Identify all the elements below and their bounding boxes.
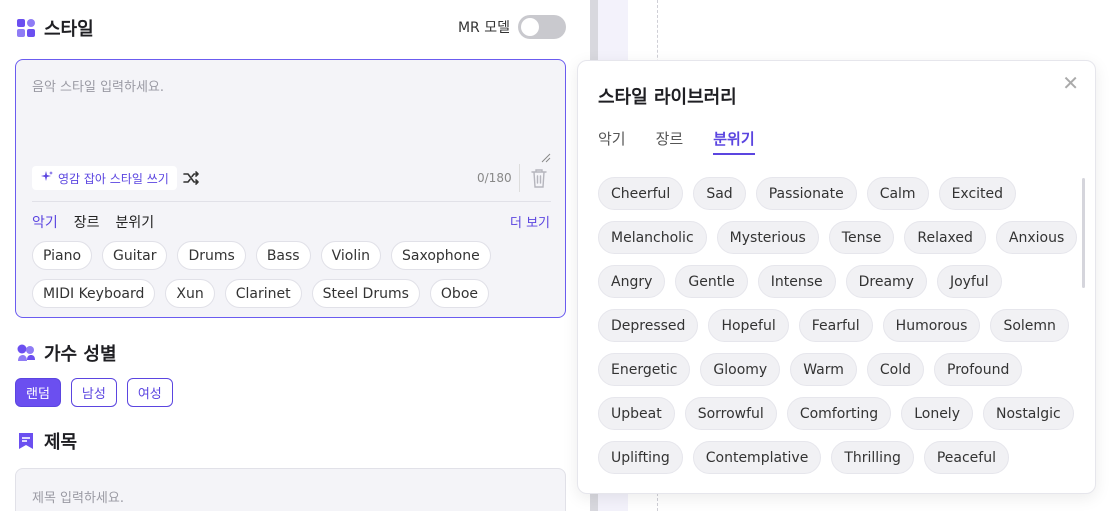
library-tab-genre[interactable]: 장르: [656, 128, 684, 155]
instrument-chip-row-1: Piano Guitar Drums Bass Violin Saxophone: [32, 241, 491, 270]
instrument-chip[interactable]: MIDI Keyboard: [32, 279, 156, 308]
title-input-box[interactable]: 제목 입력하세요.: [15, 468, 566, 511]
left-panel: 스타일 MR 모델 음악 스타일 입력하세요. 영감 잡아 스타일 쓰기 0/1…: [0, 0, 590, 511]
gender-random-button[interactable]: 랜덤: [15, 378, 61, 407]
sparkle-icon: [40, 170, 54, 187]
instrument-chip[interactable]: Piano: [32, 241, 93, 270]
mood-chip[interactable]: Lonely: [901, 397, 973, 430]
horizontal-divider: [32, 201, 551, 202]
tab-mood[interactable]: 분위기: [116, 212, 155, 232]
mood-chip[interactable]: Thrilling: [831, 441, 914, 474]
mood-chip[interactable]: Humorous: [882, 309, 981, 342]
vertical-divider: [519, 164, 520, 192]
close-icon[interactable]: ✕: [1062, 71, 1079, 95]
title-input-placeholder[interactable]: 제목 입력하세요.: [32, 487, 124, 506]
style-category-tabs: 악기 장르 분위기: [32, 212, 154, 232]
singer-icon: [16, 343, 36, 363]
instrument-chip[interactable]: Clarinet: [224, 279, 302, 308]
mood-row: Depressed Hopeful Fearful Humorous Solem…: [598, 309, 1080, 342]
mood-chip[interactable]: Profound: [934, 353, 1023, 386]
style-section-header: 스타일: [16, 15, 94, 41]
instrument-chip-row-2: MIDI Keyboard Xun Clarinet Steel Drums O…: [32, 279, 489, 308]
instrument-chip[interactable]: Bass: [255, 241, 311, 270]
library-scrollbar[interactable]: [1082, 178, 1085, 288]
shuffle-icon[interactable]: [182, 169, 200, 187]
mood-chip[interactable]: Angry: [598, 265, 666, 298]
mood-chip[interactable]: Relaxed: [904, 221, 986, 254]
mood-chip[interactable]: Sorrowful: [684, 397, 777, 430]
gender-female-button[interactable]: 여성: [126, 378, 173, 407]
mood-chip[interactable]: Depressed: [598, 309, 699, 342]
mood-chip[interactable]: Tense: [828, 221, 895, 254]
mood-chip[interactable]: Calm: [866, 177, 929, 210]
instrument-chip[interactable]: Steel Drums: [311, 279, 420, 308]
trash-icon[interactable]: [530, 167, 548, 189]
instrument-chip[interactable]: Guitar: [102, 241, 168, 270]
instrument-chip[interactable]: Oboe: [429, 279, 489, 308]
mr-toggle-group: MR 모델: [458, 15, 566, 39]
instrument-chip[interactable]: Violin: [320, 241, 381, 270]
title-section-header: 제목: [16, 428, 77, 454]
style-library-title: 스타일 라이브러리: [598, 87, 737, 108]
mood-row: Melancholic Mysterious Tense Relaxed Anx…: [598, 221, 1080, 254]
inspire-style-label: 영감 잡아 스타일 쓰기: [58, 171, 169, 186]
mood-chip[interactable]: Warm: [790, 353, 857, 386]
singer-section-title: 가수 성별: [44, 344, 117, 365]
more-link[interactable]: 더 보기: [510, 212, 550, 231]
instrument-chip[interactable]: Drums: [177, 241, 246, 270]
mood-chip[interactable]: Mysterious: [716, 221, 819, 254]
style-section-title: 스타일: [44, 19, 94, 40]
mood-chip[interactable]: Contemplative: [692, 441, 822, 474]
library-tabs: 악기 장르 분위기: [598, 128, 755, 155]
mood-chip[interactable]: Nostalgic: [982, 397, 1074, 430]
mood-chip[interactable]: Comforting: [786, 397, 892, 430]
mood-chip[interactable]: Fearful: [798, 309, 873, 342]
mood-chip[interactable]: Gentle: [675, 265, 748, 298]
mood-row: Uplifting Contemplative Thrilling Peacef…: [598, 441, 1080, 474]
gender-male-button[interactable]: 남성: [70, 378, 117, 407]
mood-chip[interactable]: Excited: [938, 177, 1017, 210]
library-tab-instrument[interactable]: 악기: [598, 128, 626, 155]
resize-grip-icon[interactable]: [541, 148, 551, 163]
mood-row: Angry Gentle Intense Dreamy Joyful: [598, 265, 1080, 298]
mood-chip[interactable]: Uplifting: [598, 441, 683, 474]
library-tab-mood[interactable]: 분위기: [713, 128, 755, 155]
mood-chip[interactable]: Joyful: [936, 265, 1002, 298]
mood-chip[interactable]: Cold: [866, 353, 925, 386]
mood-chip[interactable]: Energetic: [598, 353, 691, 386]
mr-toggle-switch[interactable]: [518, 15, 566, 39]
mood-chip[interactable]: Intense: [757, 265, 836, 298]
char-counter: 0/180: [477, 171, 512, 185]
style-input-placeholder[interactable]: 음악 스타일 입력하세요.: [32, 76, 164, 95]
mood-chip-grid: Cheerful Sad Passionate Calm Excited Mel…: [598, 177, 1080, 485]
instrument-chip[interactable]: Saxophone: [391, 241, 491, 270]
mr-toggle-label: MR 모델: [457, 20, 510, 36]
style-library-popup: 스타일 라이브러리 ✕ 악기 장르 분위기 Cheerful Sad Passi…: [577, 60, 1096, 494]
gender-options: 랜덤 남성 여성: [15, 378, 173, 407]
mood-chip[interactable]: Peaceful: [923, 441, 1009, 474]
mood-chip[interactable]: Anxious: [995, 221, 1078, 254]
mood-row: Cheerful Sad Passionate Calm Excited: [598, 177, 1080, 210]
mood-chip[interactable]: Cheerful: [598, 177, 684, 210]
mood-chip[interactable]: Passionate: [755, 177, 857, 210]
mood-chip[interactable]: Upbeat: [598, 397, 675, 430]
mood-chip[interactable]: Dreamy: [845, 265, 927, 298]
toggle-knob: [521, 18, 539, 36]
style-grid-icon: [16, 18, 36, 38]
mood-chip[interactable]: Gloomy: [700, 353, 781, 386]
mood-row: Energetic Gloomy Warm Cold Profound: [598, 353, 1080, 386]
style-input-box[interactable]: 음악 스타일 입력하세요. 영감 잡아 스타일 쓰기 0/180 악기 장르 분…: [15, 59, 566, 318]
inspire-style-button[interactable]: 영감 잡아 스타일 쓰기: [32, 166, 177, 190]
title-section-title: 제목: [44, 432, 78, 453]
mood-chip[interactable]: Sad: [693, 177, 746, 210]
singer-section-header: 가수 성별: [16, 340, 117, 366]
title-bookmark-icon: [16, 431, 36, 451]
tab-instrument[interactable]: 악기: [32, 212, 58, 232]
mood-row: Upbeat Sorrowful Comforting Lonely Nosta…: [598, 397, 1080, 430]
mood-chip[interactable]: Hopeful: [708, 309, 789, 342]
mood-chip[interactable]: Melancholic: [598, 221, 707, 254]
instrument-chip[interactable]: Xun: [165, 279, 215, 308]
tab-genre[interactable]: 장르: [74, 212, 100, 232]
mood-chip[interactable]: Solemn: [990, 309, 1069, 342]
